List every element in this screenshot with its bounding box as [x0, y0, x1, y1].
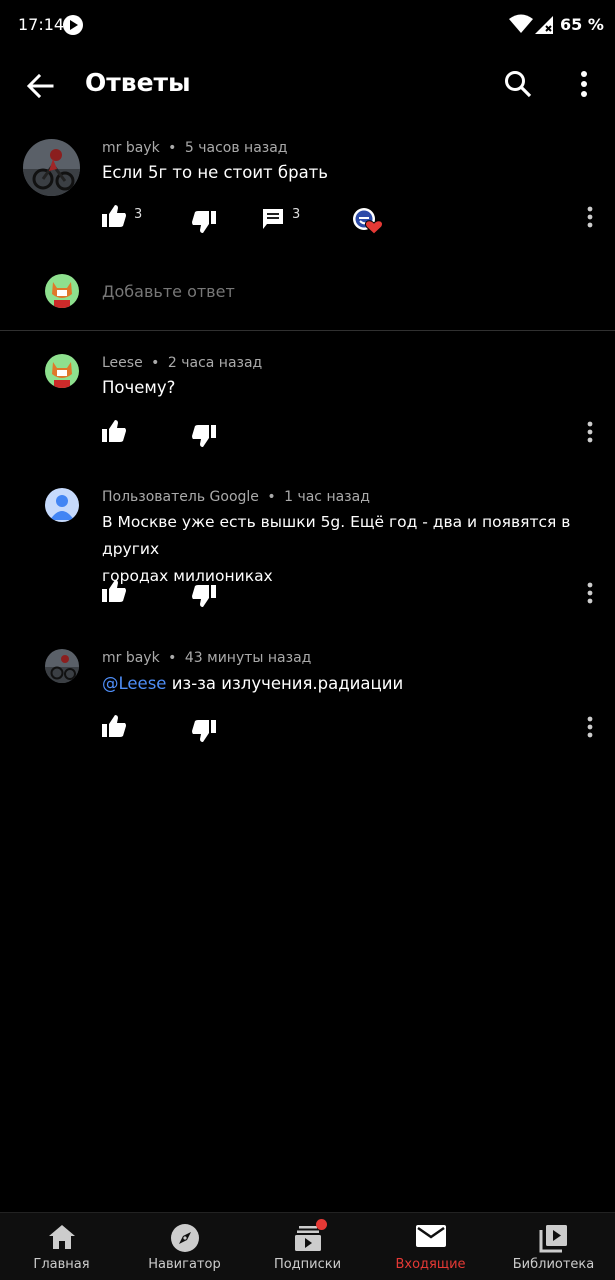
- compass-icon: [170, 1224, 199, 1252]
- cellular-icon: [535, 16, 553, 34]
- search-icon[interactable]: [500, 66, 536, 102]
- comment-author[interactable]: mr bayk: [102, 650, 160, 666]
- avatar-mr-bayk[interactable]: [23, 139, 80, 196]
- status-bar: 17:14 65 %: [0, 0, 615, 50]
- comment-text: В Москве уже есть вышки 5g. Ещё год - дв…: [102, 509, 602, 590]
- reply-item: mr bayk • 43 минуты назад @Leese из-за и…: [0, 640, 615, 750]
- status-time: 17:14: [18, 15, 65, 34]
- divider: [0, 330, 615, 331]
- dislike-icon[interactable]: [191, 719, 217, 743]
- comment-text: Почему?: [102, 378, 176, 397]
- library-icon: [539, 1225, 567, 1253]
- wifi-icon: [509, 14, 533, 33]
- nav-label: Входящие: [395, 1257, 466, 1272]
- comment-author[interactable]: Leese: [102, 355, 143, 371]
- comment-text-line: В Москве уже есть вышки 5g. Ещё год - дв…: [102, 513, 571, 558]
- reply-comment-icon[interactable]: [261, 208, 285, 230]
- comment-text: Если 5г то не стоит брать: [102, 163, 329, 182]
- battery-level: 65 %: [560, 15, 604, 34]
- like-icon[interactable]: [101, 579, 127, 603]
- comment-text-body: из-за излучения.радиации: [166, 674, 404, 693]
- avatar-mr-bayk[interactable]: [45, 649, 79, 683]
- meta-separator: •: [168, 650, 177, 666]
- comment-menu-icon[interactable]: [580, 420, 600, 444]
- like-count: 3: [134, 207, 143, 222]
- nav-label: Библиотека: [512, 1257, 595, 1272]
- nav-label: Навигатор: [148, 1257, 221, 1272]
- nav-label: Подписки: [273, 1257, 342, 1272]
- avatar-google-user[interactable]: [45, 488, 79, 522]
- nav-explore[interactable]: Навигатор: [123, 1213, 246, 1280]
- user-mention-link[interactable]: @Leese: [102, 674, 166, 693]
- page-title: Ответы: [85, 68, 191, 97]
- like-icon[interactable]: [101, 714, 127, 738]
- comment-meta: mr bayk • 5 часов назад: [102, 140, 287, 156]
- meta-separator: •: [151, 355, 160, 371]
- add-reply-row[interactable]: Добавьте ответ: [0, 270, 615, 330]
- comment-author[interactable]: mr bayk: [102, 140, 160, 156]
- current-user-avatar: [45, 274, 79, 308]
- like-icon[interactable]: [101, 204, 127, 228]
- reply-count: 3: [292, 207, 301, 222]
- dislike-icon[interactable]: [191, 210, 217, 234]
- comment-meta: mr bayk • 43 минуты назад: [102, 650, 311, 666]
- reply-item: Leese • 2 часа назад Почему?: [0, 345, 615, 455]
- comment-time[interactable]: 1 час назад: [284, 489, 370, 505]
- comment-menu-icon[interactable]: [580, 715, 600, 739]
- comment-meta: Пользователь Google • 1 час назад: [102, 489, 370, 505]
- home-icon: [48, 1225, 75, 1249]
- like-icon[interactable]: [101, 419, 127, 443]
- parent-comment: mr bayk • 5 часов назад Если 5г то не ст…: [0, 130, 615, 260]
- comment-time[interactable]: 43 минуты назад: [185, 650, 311, 666]
- comment-text-line: городах милиониках: [102, 567, 273, 585]
- comment-text: @Leese из-за излучения.радиации: [102, 670, 602, 697]
- reply-item: Пользователь Google • 1 час назад В Моск…: [0, 479, 615, 619]
- nav-subscriptions[interactable]: Подписки: [246, 1213, 369, 1280]
- inbox-icon: [415, 1225, 446, 1247]
- comment-author[interactable]: Пользователь Google: [102, 489, 259, 505]
- nav-library[interactable]: Библиотека: [492, 1213, 615, 1280]
- nav-label: Главная: [33, 1257, 90, 1272]
- comment-meta: Leese • 2 часа назад: [102, 355, 262, 371]
- avatar-leese[interactable]: [45, 354, 79, 388]
- dislike-icon[interactable]: [191, 584, 217, 608]
- nav-inbox[interactable]: Входящие: [369, 1213, 492, 1280]
- comment-menu-icon[interactable]: [580, 205, 600, 229]
- back-arrow-icon[interactable]: [22, 68, 58, 104]
- comment-menu-icon[interactable]: [580, 581, 600, 605]
- comment-time[interactable]: 2 часа назад: [168, 355, 262, 371]
- screen-record-icon: [63, 15, 83, 35]
- bottom-navigation: Главная Навигатор Подписки Входящие Библ…: [0, 1212, 615, 1280]
- creator-heart-icon: [353, 208, 384, 235]
- app-bar: Ответы: [0, 50, 615, 120]
- comment-time[interactable]: 5 часов назад: [185, 140, 288, 156]
- more-vert-icon[interactable]: [568, 66, 600, 102]
- nav-home[interactable]: Главная: [0, 1213, 123, 1280]
- notification-dot: [315, 1219, 327, 1230]
- meta-separator: •: [267, 489, 276, 505]
- dislike-icon[interactable]: [191, 424, 217, 448]
- meta-separator: •: [168, 140, 177, 156]
- add-reply-input[interactable]: Добавьте ответ: [102, 282, 235, 301]
